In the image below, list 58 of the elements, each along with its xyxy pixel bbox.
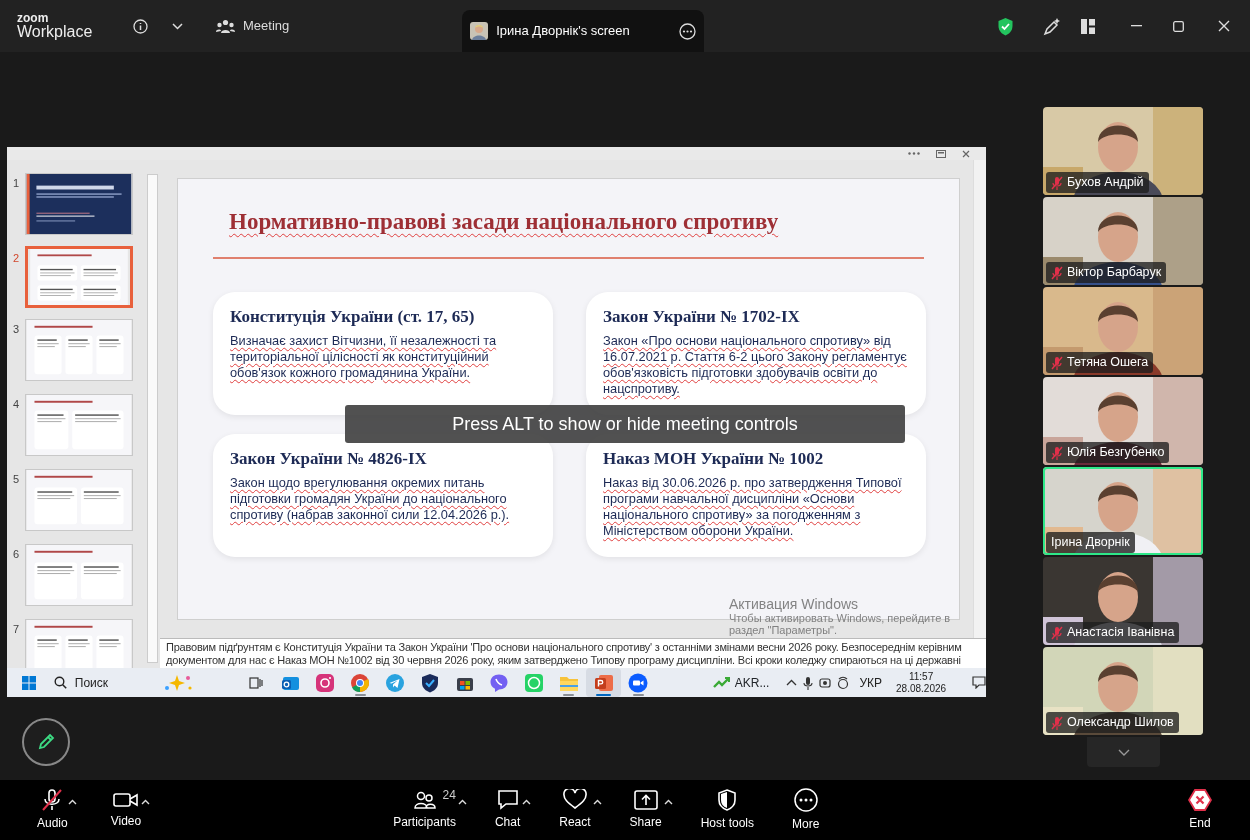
chat-button[interactable]: Chat: [494, 789, 521, 831]
share-button[interactable]: Share: [629, 789, 662, 831]
card-text: Наказ від 30.06.2026 р. про затвердження Типової програми навчальної дисципліни «Основи національного спротиву» за погодженням з Міністерством оборони України.: [603, 475, 903, 539]
search-placeholder: Поиск: [74, 674, 109, 692]
logo-text: Workplace: [17, 24, 94, 40]
card-text: Закон щодо врегулювання окремих питань підготовки громадян України до національного спротиву (набрав законної сили 12.04.2026 р.).: [230, 475, 511, 523]
card-text: Визначає захист Вітчизни, її незалежності та територіальної цілісності як конституційний обов'язок кожного громадянина України.: [230, 333, 498, 381]
host-button[interactable]: Host tools: [700, 788, 764, 832]
slide-number: 7: [11, 622, 21, 637]
participant-name: Олександр Шилов: [1067, 714, 1174, 732]
clock-date: 28.08.2026: [896, 682, 947, 695]
participant-count: 24: [442, 786, 456, 804]
video-tile[interactable]: Віктор Барбарук: [1043, 197, 1203, 285]
card-title: Конституція України (ст. 17, 65): [230, 305, 476, 328]
participant-name: Віктор Барбарук: [1067, 264, 1162, 282]
slide-title: Нормативно-правові засади національного спротиву: [229, 208, 780, 236]
activation-title: Активация Windows: [729, 596, 859, 612]
share-tab-label: Ірина Дворнік's screen: [496, 22, 630, 41]
participant-name: Бухов Андрій: [1067, 174, 1144, 192]
logo-text: zoom: [17, 12, 50, 24]
slide-number: 1: [11, 176, 21, 191]
participant-name: Тетяна Ошега: [1067, 354, 1149, 372]
video-tile[interactable]: Анастасія Іванівна: [1043, 557, 1203, 645]
video-button[interactable]: Video: [110, 790, 142, 830]
share-tab[interactable]: Ірина Дворнік's screen: [462, 10, 705, 52]
slide-number: 4: [11, 397, 21, 412]
notes-text: документом для нас є Наказ МОН №1002 від 30 червня 2026 року, яким затверджено Типову програму дисципліни. Всі кроки коледжу спираються на ці державні: [166, 654, 961, 667]
participant-name: Анастасія Іванівна: [1067, 624, 1175, 642]
video-tile[interactable]: Олександр Шилов: [1043, 647, 1203, 735]
video-tile[interactable]: Тетяна Ошега: [1043, 287, 1203, 375]
video-tile[interactable]: Бухов Андрій: [1043, 107, 1203, 195]
participants-button[interactable]: Participants 24: [393, 789, 456, 831]
slide-number: 5: [11, 472, 21, 487]
slide-number: 2: [11, 251, 21, 266]
slide-number: 3: [11, 322, 21, 337]
stock-widget[interactable]: AKR...: [712, 673, 770, 692]
audio-button[interactable]: Audio: [37, 788, 68, 832]
clock-time: 11:57: [907, 670, 935, 683]
react-button[interactable]: React: [559, 789, 591, 831]
notes-text: Правовим підґрунтям є Конституція України та Закон України 'Про основи національного спротиву' з останніми змінами весни 2026 року. Безпосереднім керівним: [166, 641, 962, 654]
activation-message: Чтобы активировать Windows, перейдите в: [729, 612, 951, 624]
more-button[interactable]: More: [792, 787, 830, 833]
slide-number: 6: [11, 547, 21, 562]
meeting-button[interactable]: Meeting: [216, 16, 290, 36]
card-title: Закон України № 1702-IX: [603, 305, 801, 328]
search-field[interactable]: Поиск: [46, 672, 231, 693]
clock[interactable]: 11:57 28.08.2026: [896, 670, 947, 695]
activation-message: раздел "Параметры".: [729, 624, 838, 636]
language-indicator[interactable]: УКР: [859, 673, 883, 692]
video-tile[interactable]: Ірина Дворнік: [1043, 467, 1203, 555]
card-title: Наказ МОН України № 1002: [603, 447, 825, 470]
card-title: Закон України № 4826-IX: [230, 447, 428, 470]
end-button[interactable]: End: [1188, 788, 1212, 832]
participant-name: Ірина Дворнік: [1051, 534, 1130, 552]
participant-name: Юлія Безгубенко: [1067, 444, 1165, 462]
video-tile[interactable]: Юлія Безгубенко: [1043, 377, 1203, 465]
meeting-controls-hint: Press ALT to show or hide meeting controls: [345, 405, 905, 443]
card-text: Закон «Про основи національного спротиву» від 16.07.2021 р. Стаття 6-2 цього Закону регламентує обов'язковість підготовки здобувачів освіти до нацспротиву.: [603, 333, 908, 397]
